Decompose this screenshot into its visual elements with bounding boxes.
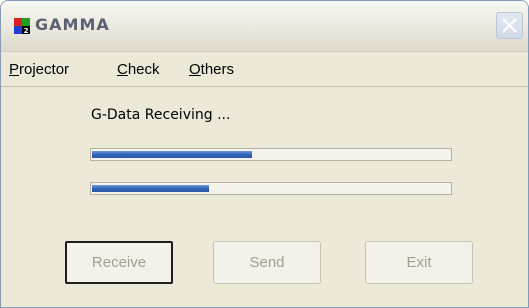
progress-bar-1: [90, 148, 452, 161]
exit-button[interactable]: Exit: [365, 241, 473, 284]
receive-button[interactable]: Receive: [65, 241, 173, 284]
progress-bar-2: [90, 182, 452, 195]
close-button[interactable]: [496, 12, 523, 39]
window-title: GAMMA: [35, 15, 110, 34]
status-text: G-Data Receiving ...: [91, 107, 231, 123]
close-icon: [502, 18, 517, 33]
progress-fill-2: [92, 185, 209, 192]
progress-fill-1: [92, 151, 252, 158]
send-button[interactable]: Send: [213, 241, 321, 284]
app-icon: 2: [14, 18, 30, 34]
menu-bar: Projector Check Others: [1, 52, 528, 87]
menu-check[interactable]: Check: [117, 61, 160, 78]
app-window: 2 GAMMA Projector Check Others G-Data Re…: [0, 0, 529, 308]
title-bar[interactable]: 2 GAMMA: [1, 1, 528, 52]
menu-others[interactable]: Others: [189, 61, 234, 78]
svg-text:2: 2: [24, 27, 29, 34]
dialog-content: G-Data Receiving ... Receive Send Exit: [1, 87, 528, 307]
menu-projector[interactable]: Projector: [9, 61, 69, 78]
